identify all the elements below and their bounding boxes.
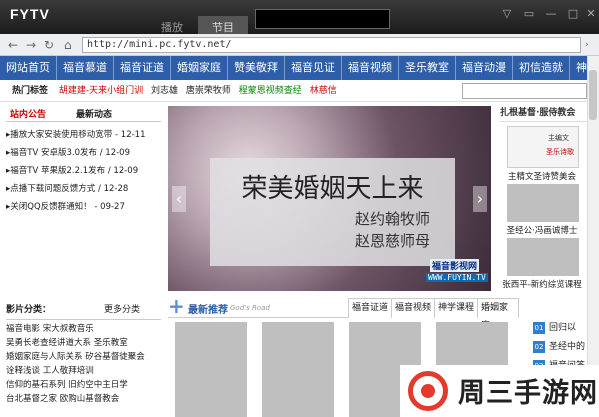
- banner-logo: 福音影视网: [430, 259, 480, 272]
- tab-recommend[interactable]: 福音证道: [348, 298, 393, 318]
- close-icon[interactable]: ✕: [584, 8, 598, 20]
- category-line[interactable]: 福音电影 宋大叔教音乐: [6, 322, 161, 336]
- category-line[interactable]: 婚姻家庭与人际关系 矽谷基督徒聚会: [6, 350, 161, 364]
- category-line[interactable]: 诠释浅谈 工人敬拜培训: [6, 364, 161, 378]
- hot-tag[interactable]: 林慈信: [310, 80, 337, 101]
- mini-icon[interactable]: ▭: [522, 8, 536, 20]
- tab-programs[interactable]: 节目: [198, 16, 248, 34]
- home-icon[interactable]: ⌂: [64, 38, 72, 52]
- list-item[interactable]: ▸福音TV 安卓版3.0发布 / 12-09: [6, 144, 161, 162]
- category-line[interactable]: 信仰的基石系列 旧约空中主日学: [6, 378, 161, 392]
- tab-recommend[interactable]: 神学课程: [434, 298, 479, 318]
- thumbnail[interactable]: [507, 238, 579, 276]
- banner-title: 荣美婚姻天上来: [241, 174, 424, 204]
- nav-item[interactable]: 赞美敬拜: [228, 56, 285, 80]
- tab-play[interactable]: 播放: [152, 16, 192, 34]
- thumbnail[interactable]: [507, 184, 579, 222]
- refresh-icon[interactable]: ↻: [44, 38, 54, 52]
- main-nav: 网站首页 福音慕道 福音证道 婚姻家庭 赞美敬拜 福音见证 福音视频 圣乐教室 福音动漫 初信造就…: [0, 56, 587, 80]
- nav-item[interactable]: 福音证道: [114, 56, 171, 80]
- video-thumbnail[interactable]: [262, 322, 334, 417]
- url-field[interactable]: http://mini.pc.fytv.net/: [82, 37, 581, 53]
- nav-item[interactable]: 福音动漫: [456, 56, 513, 80]
- nav-item[interactable]: 圣乐教室: [399, 56, 456, 80]
- watermark: 周三手游网: [400, 365, 599, 417]
- right-title: 扎根基督·服侍教会: [500, 104, 587, 122]
- more-categories-link[interactable]: 更多分类: [104, 300, 140, 320]
- nav-item[interactable]: 婚姻家庭: [171, 56, 228, 80]
- title-bar: FYTV 播放 节目 ▽ ▭ — □ ✕: [0, 0, 599, 34]
- tab-recommend[interactable]: 福音视频: [391, 298, 436, 318]
- thumbnail[interactable]: 主编文 圣乐诗歌: [507, 126, 579, 168]
- category-title: 影片分类：: [6, 305, 52, 315]
- menu-icon[interactable]: ▽: [500, 8, 514, 20]
- nav-item[interactable]: 福音慕道: [57, 56, 114, 80]
- back-icon[interactable]: ←: [8, 38, 18, 52]
- list-item[interactable]: 01 回归以: [533, 320, 587, 336]
- prev-arrow-icon[interactable]: ‹: [172, 186, 186, 212]
- category-panel: 影片分类： 更多分类 福音电影 宋大叔教音乐 吴勇长老查经讲道大系 圣乐教室 婚姻…: [6, 300, 161, 406]
- recommend-subtitle: God's Road: [230, 304, 270, 312]
- notice-list: ▸播放大家安装使用移动宽带 - 12-11 ▸福音TV 安卓版3.0发布 / 1…: [6, 126, 161, 216]
- video-thumbnail[interactable]: [175, 322, 247, 417]
- banner-slide[interactable]: 荣美婚姻天上来 赵约翰牧师 赵恩慈师母 ‹ › 福音影视网 WWW.FUYIN.…: [168, 106, 491, 291]
- hot-tag[interactable]: 程蒙恩视频查经: [239, 80, 302, 101]
- thumb-caption[interactable]: 主精文圣诗赞美会: [502, 170, 582, 182]
- nav-item[interactable]: 福音视频: [342, 56, 399, 80]
- nav-item[interactable]: 福音见证: [285, 56, 342, 80]
- hot-label: 热门标签: [12, 86, 49, 96]
- scrollbar-thumb[interactable]: [589, 70, 597, 120]
- scroll-right-icon[interactable]: ›: [585, 38, 589, 52]
- recommend-header: + 最新推荐 God's Road 福音证道 福音视频 神学课程 婚姻家庭: [168, 294, 519, 331]
- category-line[interactable]: 吴勇长老查经讲道大系 圣乐教室: [6, 336, 161, 350]
- thumb-caption[interactable]: 张西平-新约综览课程: [502, 278, 582, 290]
- app-logo: FYTV: [10, 6, 50, 22]
- app-window: FYTV 播放 节目 ▽ ▭ — □ ✕ ← → ↻ ⌂ http://mini…: [0, 0, 599, 417]
- banner-url: WWW.FUYIN.TV: [426, 273, 488, 282]
- watermark-text: 周三手游网: [458, 378, 598, 409]
- address-bar: ← → ↻ ⌂ http://mini.pc.fytv.net/ ›: [0, 34, 599, 56]
- nav-item[interactable]: 网站首页: [0, 56, 57, 80]
- banner-text-band: 荣美婚姻天上来 赵约翰牧师 赵恩慈师母: [210, 158, 455, 266]
- next-arrow-icon[interactable]: ›: [473, 186, 487, 212]
- minimize-icon[interactable]: —: [544, 8, 558, 20]
- hot-tag[interactable]: 胡建建-天来小组门训: [59, 80, 143, 101]
- site-search-input[interactable]: [462, 83, 587, 99]
- list-item[interactable]: 02 圣经中的: [533, 339, 587, 355]
- thumb-caption[interactable]: 圣经公·冯画诚博士: [502, 224, 582, 236]
- tab-recommend[interactable]: 婚姻家庭: [477, 298, 519, 331]
- right-panel: 扎根基督·服侍教会: [500, 104, 587, 122]
- hot-tag[interactable]: 唐崇荣牧师: [186, 80, 231, 101]
- list-item[interactable]: ▸福音TV 苹果版2.2.1发布 / 12-09: [6, 162, 161, 180]
- maximize-icon[interactable]: □: [566, 8, 580, 20]
- plus-icon: +: [168, 294, 185, 318]
- watermark-logo-icon: [408, 371, 448, 411]
- banner-line: 赵恩慈师母: [354, 232, 430, 250]
- banner-line: 赵约翰牧师: [354, 210, 430, 228]
- category-line[interactable]: 台北基督之家 欧购山基督教会: [6, 392, 161, 406]
- search-input[interactable]: [255, 9, 390, 29]
- recommend-title: 最新推荐: [188, 305, 228, 316]
- nav-item[interactable]: 神学: [570, 56, 587, 80]
- list-item[interactable]: ▸点播下载问题反馈方式 / 12-28: [6, 180, 161, 198]
- nav-item[interactable]: 初信造就: [513, 56, 570, 80]
- tab-latest[interactable]: 最新动态: [76, 107, 112, 120]
- list-item[interactable]: ▸播放大家安装使用移动宽带 - 12-11: [6, 126, 161, 144]
- hot-tag[interactable]: 刘志雄: [151, 80, 178, 101]
- forward-icon[interactable]: →: [26, 38, 36, 52]
- tab-notice[interactable]: 站内公告: [10, 107, 46, 120]
- list-item[interactable]: ▸关闭QQ反馈群通知！ - 09-27: [6, 198, 161, 216]
- notice-panel: 站内公告 最新动态: [6, 104, 161, 122]
